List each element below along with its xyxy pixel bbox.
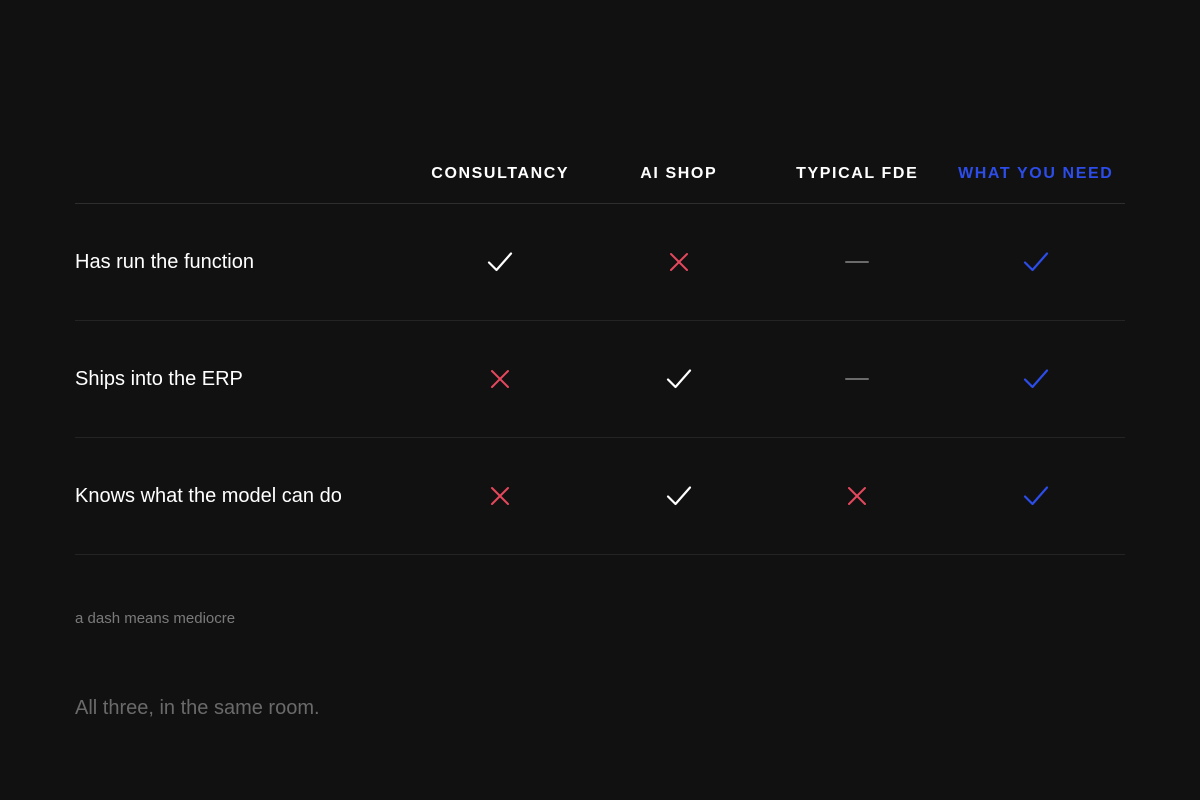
row-label: Has run the function <box>75 250 254 273</box>
table-row: Knows what the model can do <box>75 438 1125 555</box>
cell <box>947 365 1126 393</box>
cross-icon <box>669 253 688 271</box>
table-row: Ships into the ERP <box>75 321 1125 438</box>
row-label: Ships into the ERP <box>75 367 243 390</box>
dash-icon <box>845 378 870 380</box>
check-icon <box>1023 252 1048 272</box>
cell <box>590 248 769 276</box>
check-icon <box>666 369 691 389</box>
cell <box>768 248 947 276</box>
table-header: CONSULTANCY AI SHOP TYPICAL FDE WHAT YOU… <box>75 148 1125 204</box>
cross-icon <box>491 370 510 388</box>
column-header-ai-shop: AI SHOP <box>640 165 718 182</box>
column-header-consultancy: CONSULTANCY <box>431 165 570 182</box>
cell <box>411 365 590 393</box>
cell <box>947 482 1126 510</box>
dash-icon <box>845 261 870 263</box>
column-header-what-you-need: WHAT YOU NEED <box>958 165 1114 182</box>
tagline: All three, in the same room. <box>75 697 320 719</box>
cell <box>411 482 590 510</box>
table-row: Has run the function <box>75 204 1125 321</box>
cell <box>590 482 769 510</box>
cell <box>590 365 769 393</box>
footnote: a dash means mediocre <box>75 610 236 627</box>
comparison-table: CONSULTANCY AI SHOP TYPICAL FDE WHAT YOU… <box>75 148 1125 555</box>
column-header-typical-fde: TYPICAL FDE <box>796 165 919 182</box>
cell <box>768 482 947 510</box>
cell <box>947 248 1126 276</box>
check-icon <box>1023 486 1048 506</box>
row-label: Knows what the model can do <box>75 484 342 507</box>
check-icon <box>666 486 691 506</box>
check-icon <box>1023 369 1048 389</box>
check-icon <box>488 252 513 272</box>
cross-icon <box>491 487 510 505</box>
cross-icon <box>848 487 867 505</box>
cell <box>411 248 590 276</box>
cell <box>768 365 947 393</box>
